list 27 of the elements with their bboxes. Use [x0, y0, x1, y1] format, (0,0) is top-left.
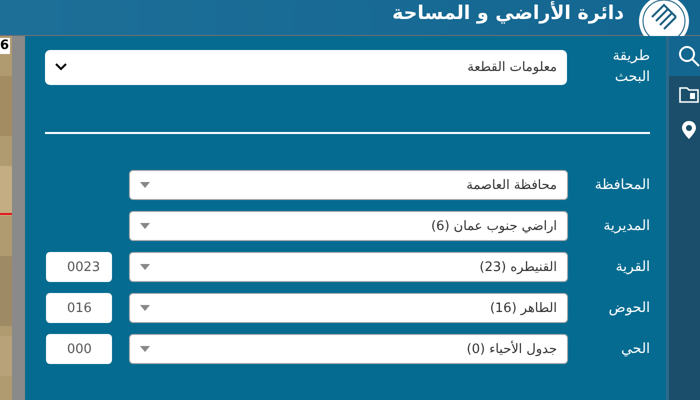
dropdown-select[interactable]: الطاهر (16): [129, 293, 568, 323]
code-input[interactable]: 0023: [46, 252, 112, 282]
code-input[interactable]: 016: [46, 293, 112, 323]
search-icon: [677, 44, 700, 68]
dropdown-select[interactable]: اراضي جنوب عمان (6): [129, 211, 568, 241]
map-label: 6: [0, 38, 10, 54]
dropdown-select[interactable]: محافظة العاصمة: [129, 170, 568, 200]
search-method-select[interactable]: معلومات القطعة: [45, 50, 567, 84]
code-input[interactable]: 000: [46, 334, 112, 364]
field-label: الحوض: [608, 298, 650, 318]
folder-icon: [679, 85, 699, 103]
map-pin-icon: [681, 120, 697, 140]
caret-icon: [140, 182, 150, 188]
dropdown-select[interactable]: القنيطره (23): [129, 252, 568, 282]
caret-icon: [140, 346, 150, 352]
caret-icon: [140, 305, 150, 311]
field-label: القرية: [614, 258, 650, 276]
sidebar-tab[interactable]: [669, 36, 700, 76]
chevron-icon: [55, 63, 67, 71]
field-label: المحافظة: [594, 176, 650, 194]
resize-handle[interactable]: [12, 36, 35, 400]
field-label: المديرية: [602, 216, 650, 236]
dropdown-select[interactable]: جدول الأحياء (0): [129, 334, 568, 364]
caret-icon: [140, 223, 150, 229]
caret-icon: [140, 264, 150, 270]
field-label: الحي: [620, 340, 650, 358]
field-label: طريقة البحث: [612, 47, 650, 87]
